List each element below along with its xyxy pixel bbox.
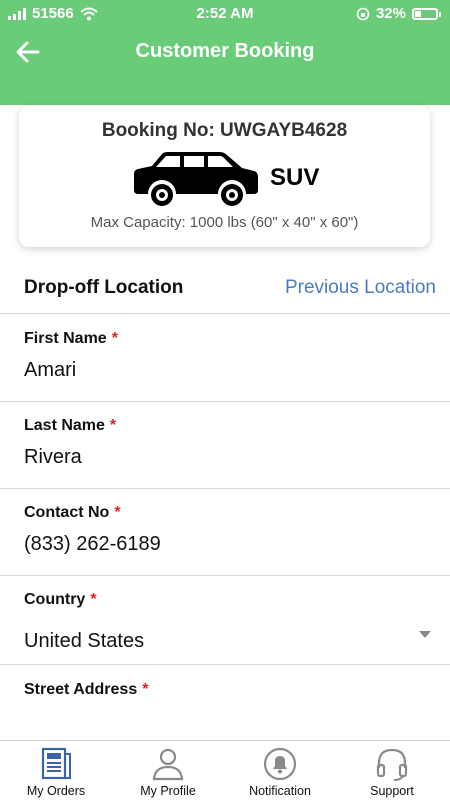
status-bar: 51566 2:52 AM 32% [0,0,450,28]
booking-card: Booking No: UWGAYB4628 SUV Max Capacity:… [19,106,430,247]
suv-icon [134,152,258,206]
booking-number: Booking No: UWGAYB4628 [101,120,348,141]
tab-label: My Profile [140,784,196,798]
max-capacity: Max Capacity: 1000 lbs (60" x 40" x 60") [90,214,359,231]
app-header: 51566 2:52 AM 32% Customer Booking [0,0,450,105]
navigation-bar: Customer Booking [0,30,450,74]
last-name-input[interactable]: Rivera [24,446,82,469]
required-marker: * [90,591,97,608]
previous-location-link[interactable]: Previous Location [285,277,436,299]
battery-icon [412,7,441,20]
orientation-lock-icon [356,7,370,20]
tab-notification[interactable]: Notification [224,741,336,801]
page-title: Customer Booking [135,40,315,62]
required-marker: * [111,330,118,347]
section-title: Drop-off Location [24,277,184,298]
headset-icon [376,748,408,781]
required-marker: * [109,417,117,434]
field-label: Last Name * [24,417,117,434]
orders-icon [41,747,71,780]
tab-my-orders[interactable]: My Orders [0,741,112,801]
field-label: First Name * [24,330,118,347]
bell-icon [263,747,297,781]
field-label: Street Address * [24,681,149,698]
contact-no-input[interactable]: (833) 262-6189 [24,533,161,556]
tab-support[interactable]: Support [336,741,448,801]
field-label: Country * [24,591,97,608]
tab-label: Notification [249,784,311,798]
first-name-input[interactable]: Amari [24,359,76,382]
required-marker: * [114,504,121,521]
profile-icon [152,748,184,781]
street-address-field[interactable]: Street Address * [0,665,450,740]
tab-my-profile[interactable]: My Profile [112,741,224,801]
vehicle-type: SUV [270,164,320,191]
contact-no-field[interactable]: Contact No * (833) 262-6189 [0,489,450,576]
last-name-field[interactable]: Last Name * Rivera [0,402,450,489]
tab-label: Support [370,784,414,798]
required-marker: * [142,681,149,698]
first-name-field[interactable]: First Name * Amari [0,315,450,402]
dropdown-caret-icon[interactable] [419,631,431,638]
country-field[interactable]: Country * United States [0,576,450,665]
bottom-tab-bar: My Orders My Profile Notification Suppor… [0,740,450,801]
field-label: Contact No * [24,504,121,521]
battery-percent: 32% [375,5,406,22]
tab-label: My Orders [26,784,86,798]
country-select[interactable]: United States [24,630,144,653]
dropoff-section-header: Drop-off Location Previous Location [0,263,450,314]
